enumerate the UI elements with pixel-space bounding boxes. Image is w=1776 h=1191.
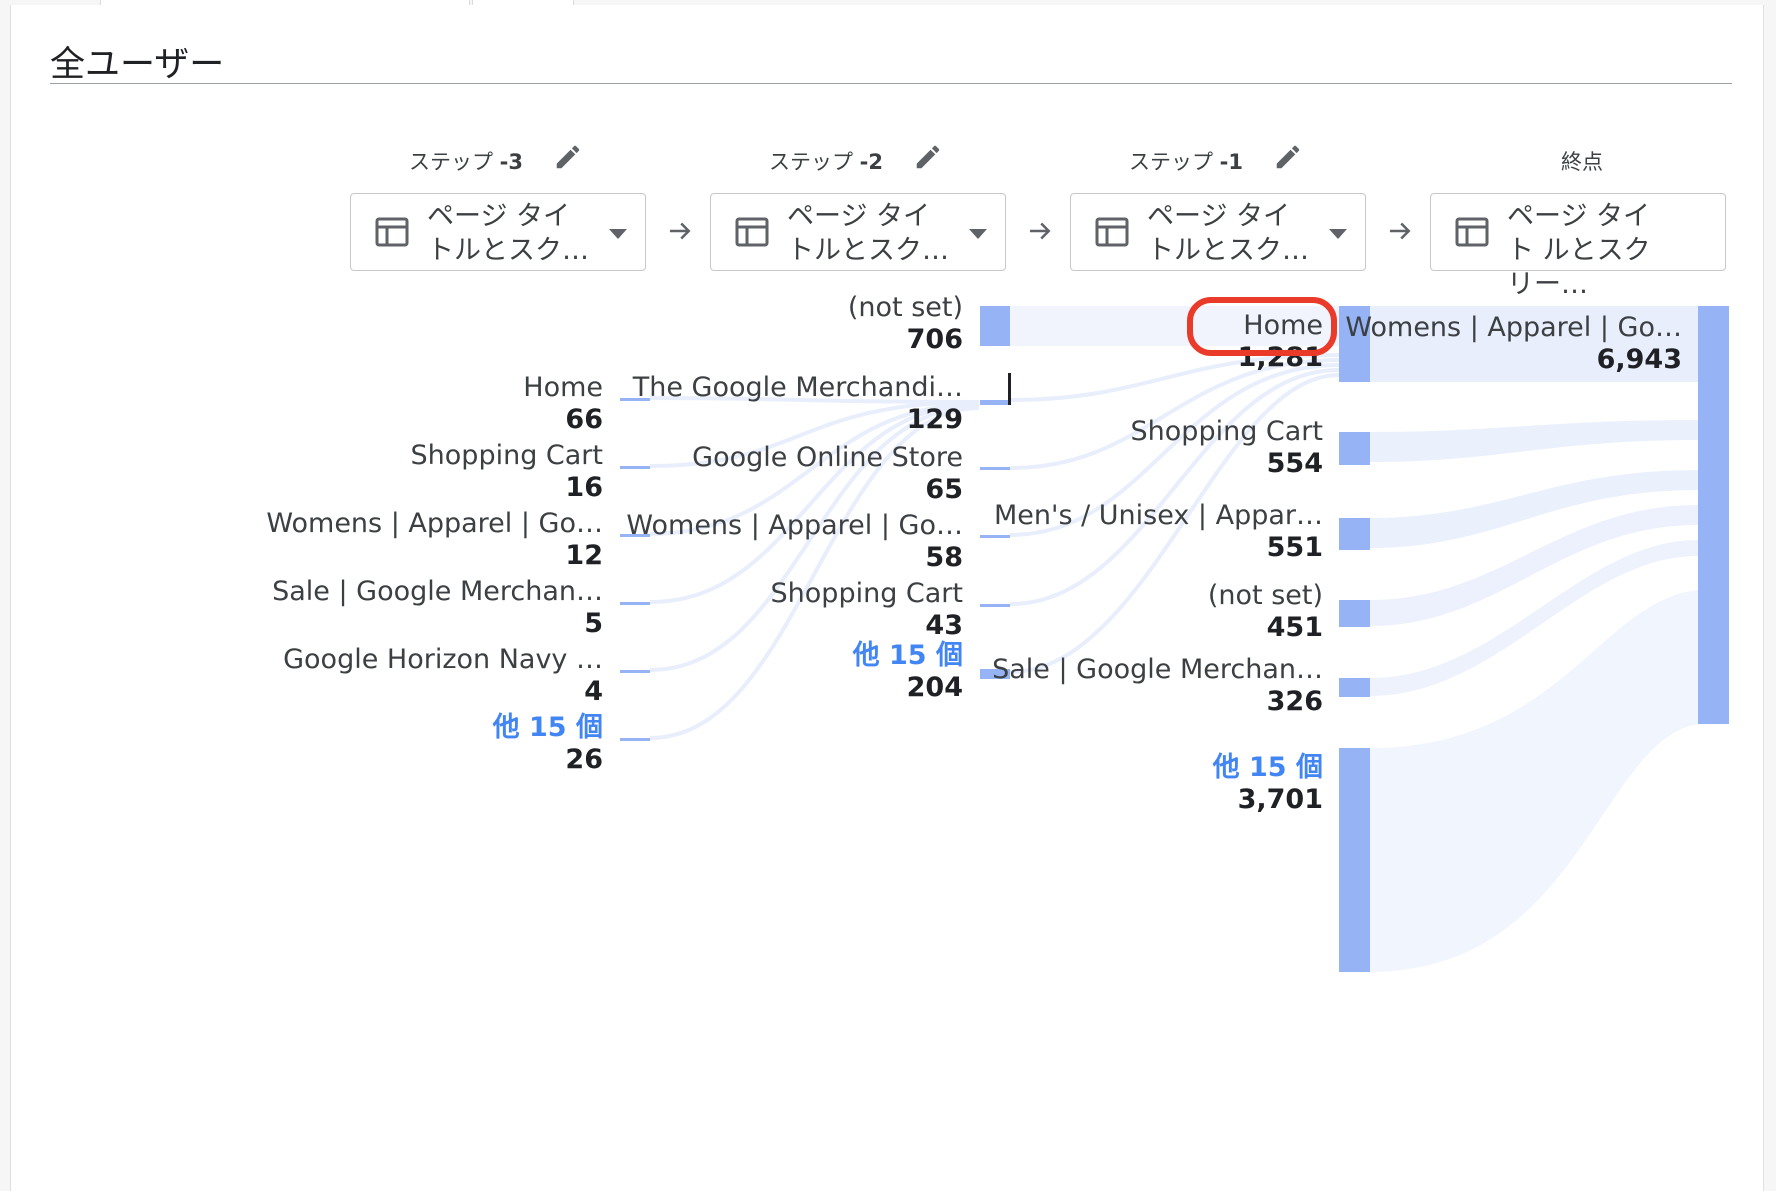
node-bar[interactable] [1339, 600, 1370, 627]
node-label[interactable]: Shopping Cart [1131, 416, 1323, 448]
node-label[interactable]: Sale | Google Merchan… [992, 654, 1323, 686]
node-bar[interactable] [620, 466, 650, 469]
node-bar[interactable] [1339, 518, 1370, 550]
node-value: 65 [925, 474, 963, 505]
node-bar[interactable] [620, 602, 650, 605]
node-label[interactable]: Shopping Cart [771, 578, 963, 610]
node-value: 66 [565, 404, 603, 435]
node-bar[interactable] [1339, 432, 1370, 465]
node-bar[interactable] [1339, 748, 1370, 972]
node-value: 58 [925, 542, 963, 573]
node-label[interactable]: Sale | Google Merchan… [272, 576, 603, 608]
node-label[interactable]: Womens | Apparel | Go… [1345, 312, 1682, 344]
more-items-link[interactable]: 他 15 個 [1213, 752, 1323, 784]
highlight-annotation [1187, 297, 1337, 356]
node-label[interactable]: Google Online Store [692, 442, 963, 474]
node-value: 16 [565, 472, 603, 503]
node-value: 129 [906, 404, 963, 435]
node-bar[interactable] [620, 738, 650, 741]
node-bar[interactable] [980, 535, 1010, 538]
node-value: 6,943 [1596, 344, 1682, 375]
node-label[interactable]: Home [523, 372, 603, 404]
text-cursor [1008, 373, 1011, 405]
node-label[interactable]: (not set) [1208, 580, 1323, 612]
node-value: 5 [584, 608, 603, 639]
node-value: 204 [906, 672, 963, 703]
node-bar[interactable] [620, 670, 650, 673]
node-bar[interactable] [980, 467, 1010, 470]
node-value: 12 [565, 540, 603, 571]
node-label[interactable]: Womens | Apparel | Go… [266, 508, 603, 540]
node-value: 4 [584, 676, 603, 707]
node-value: 554 [1266, 448, 1323, 479]
more-items-link[interactable]: 他 15 個 [493, 712, 603, 744]
node-value: 706 [906, 324, 963, 355]
node-value: 451 [1266, 612, 1323, 643]
node-bar[interactable] [980, 604, 1010, 607]
more-items-link[interactable]: 他 15 個 [853, 640, 963, 672]
node-value: 43 [925, 610, 963, 641]
node-label[interactable]: Womens | Apparel | Go… [626, 510, 963, 542]
node-label[interactable]: (not set) [848, 292, 963, 324]
node-bar[interactable] [980, 306, 1010, 346]
node-bar[interactable] [1698, 306, 1729, 724]
node-value: 3,701 [1237, 784, 1323, 815]
node-bar[interactable] [980, 400, 1010, 405]
node-value: 326 [1266, 686, 1323, 717]
node-label[interactable]: Google Horizon Navy … [283, 644, 603, 676]
node-value: 26 [565, 744, 603, 775]
node-bar[interactable] [1339, 678, 1370, 697]
node-label[interactable]: Shopping Cart [411, 440, 603, 472]
node-label[interactable]: The Google Merchandi… [633, 372, 963, 404]
node-label[interactable]: Men's / Unisex | Appar… [994, 500, 1323, 532]
node-value: 551 [1266, 532, 1323, 563]
